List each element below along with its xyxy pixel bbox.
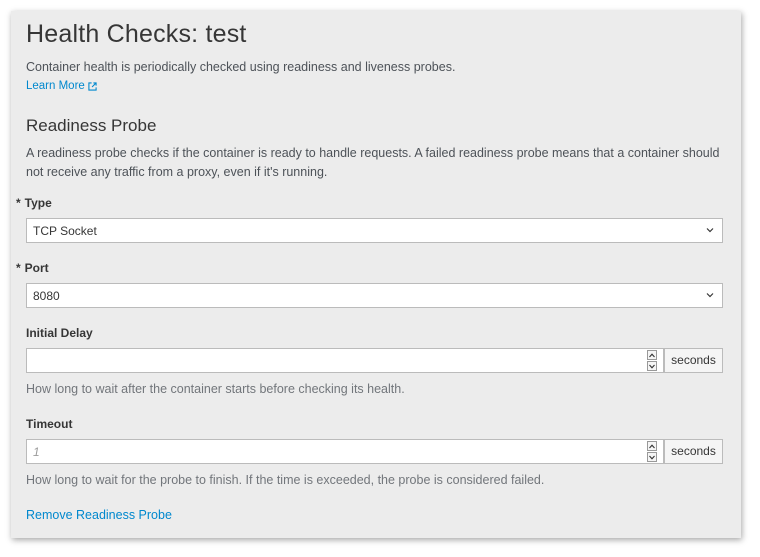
required-mark: * bbox=[16, 196, 21, 210]
increment-button[interactable] bbox=[647, 441, 657, 451]
port-label: * Port bbox=[16, 261, 49, 275]
chevron-down-icon bbox=[649, 364, 655, 369]
increment-button[interactable] bbox=[647, 350, 657, 360]
chevron-up-icon bbox=[649, 353, 655, 358]
type-label: * Type bbox=[16, 196, 52, 210]
initial-delay-stepper[interactable] bbox=[647, 350, 657, 371]
readiness-probe-description: A readiness probe checks if the containe… bbox=[26, 146, 720, 179]
type-label-text: Type bbox=[24, 196, 52, 210]
type-select[interactable]: TCP Socket bbox=[26, 218, 723, 243]
external-link-icon bbox=[88, 81, 97, 91]
chevron-up-icon bbox=[649, 444, 655, 449]
port-select-value: 8080 bbox=[33, 289, 60, 303]
chevron-down-icon bbox=[706, 228, 714, 233]
timeout-help: How long to wait for the probe to finish… bbox=[26, 473, 545, 487]
initial-delay-label: Initial Delay bbox=[26, 326, 93, 340]
required-mark: * bbox=[16, 261, 21, 275]
health-checks-panel: Health Checks: test Container health is … bbox=[11, 11, 741, 538]
learn-more-link[interactable]: Learn More bbox=[26, 80, 97, 92]
chevron-down-icon bbox=[706, 293, 714, 298]
chevron-down-icon bbox=[649, 455, 655, 460]
initial-delay-unit: seconds bbox=[664, 348, 723, 373]
readiness-probe-heading: Readiness Probe bbox=[26, 116, 157, 135]
initial-delay-help: How long to wait after the container sta… bbox=[26, 382, 405, 396]
decrement-button[interactable] bbox=[647, 452, 657, 462]
type-select-value: TCP Socket bbox=[33, 224, 97, 238]
initial-delay-input[interactable] bbox=[26, 348, 664, 373]
port-label-text: Port bbox=[24, 261, 49, 275]
timeout-input[interactable]: 1 bbox=[26, 439, 664, 464]
decrement-button[interactable] bbox=[647, 361, 657, 371]
page-title: Health Checks: test bbox=[26, 20, 247, 48]
port-select[interactable]: 8080 bbox=[26, 283, 723, 308]
timeout-label: Timeout bbox=[26, 417, 73, 431]
timeout-stepper[interactable] bbox=[647, 441, 657, 462]
intro-text: Container health is periodically checked… bbox=[26, 60, 456, 74]
timeout-placeholder: 1 bbox=[33, 445, 40, 459]
remove-readiness-probe-link[interactable]: Remove Readiness Probe bbox=[26, 508, 172, 522]
learn-more-label: Learn More bbox=[26, 80, 85, 92]
timeout-unit: seconds bbox=[664, 439, 723, 464]
